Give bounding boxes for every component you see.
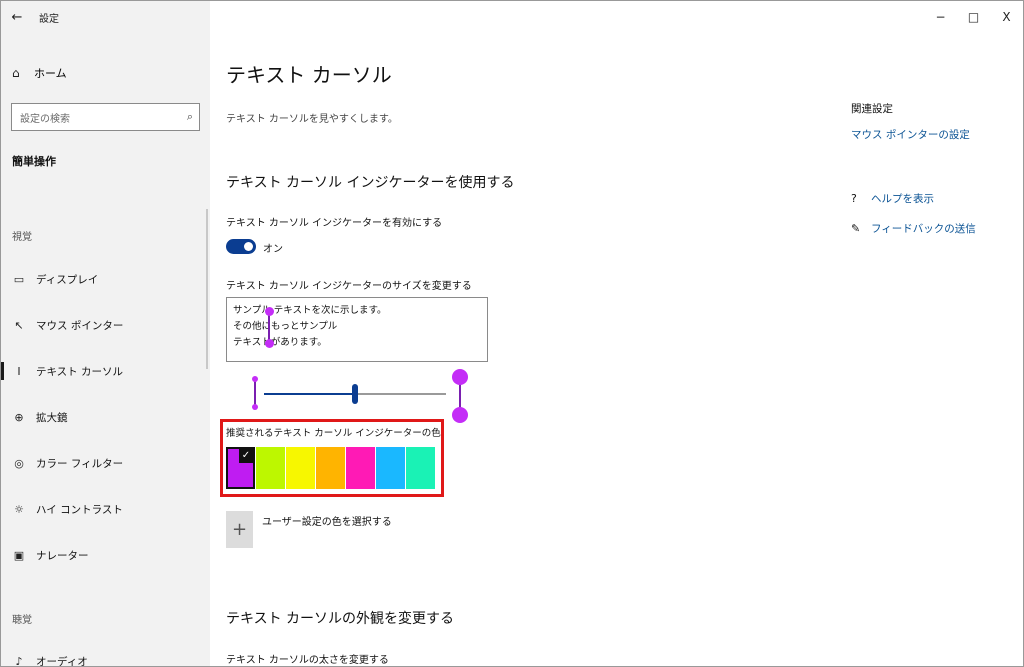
display-icon: ▭	[13, 272, 25, 286]
sidebar: ← 設定 ⌂ ホーム 設定の検索 ⌕ 簡単操作 視覚 ▭ ディスプレイ ↖ マウ…	[1, 1, 210, 667]
toggle-state-text: オン	[263, 244, 283, 255]
sidebar-item-narrator[interactable]: ▣ ナレーター	[1, 540, 210, 570]
plus-icon: +	[231, 519, 248, 540]
color-swatch-yellow[interactable]	[286, 447, 315, 489]
back-button[interactable]: ←	[1, 1, 33, 33]
indicator-heading: テキスト カーソル インジケーターを使用する	[226, 175, 515, 191]
narrator-icon: ▣	[13, 548, 25, 562]
back-arrow-icon: ←	[11, 9, 23, 25]
sidebar-item-label: テキスト カーソル	[36, 365, 124, 378]
sidebar-item-home[interactable]: ⌂ ホーム	[1, 59, 210, 87]
recommended-colors-label: 推奨されるテキスト カーソル インジケーターの色	[226, 428, 441, 439]
color-swatch-pink[interactable]	[346, 447, 375, 489]
add-custom-color-button[interactable]: +	[226, 511, 253, 548]
page-description: テキスト カーソルを見やすくします。	[226, 114, 398, 125]
appearance-heading: テキスト カーソルの外観を変更する	[226, 611, 455, 627]
cursor-indicator-preview	[265, 307, 274, 349]
sidebar-item-display[interactable]: ▭ ディスプレイ	[1, 264, 210, 294]
large-cursor-icon	[452, 369, 468, 423]
window-controls: − □ X	[924, 1, 1023, 33]
size-label: テキスト カーソル インジケーターのサイズを変更する	[226, 281, 472, 292]
search-placeholder: 設定の検索	[20, 113, 70, 125]
sidebar-item-label: オーディオ	[36, 655, 88, 667]
title-bar: ← 設定	[1, 1, 210, 33]
mouse-pointer-icon: ↖	[14, 318, 24, 332]
sidebar-item-mouse-pointer[interactable]: ↖ マウス ポインター	[1, 310, 210, 340]
help-icon: ?	[851, 192, 857, 205]
close-button[interactable]: X	[990, 1, 1023, 33]
sidebar-item-audio[interactable]: ♪ オーディオ	[1, 646, 210, 667]
color-filter-icon: ◎	[14, 456, 24, 470]
related-settings-heading: 関連設定	[851, 103, 893, 115]
indicator-toggle[interactable]	[226, 239, 256, 254]
maximize-button[interactable]: □	[957, 1, 990, 33]
home-icon: ⌂	[12, 66, 20, 80]
sample-text-box: サンプル テキストを次に示します。 その他にもっとサンプル テキストがあります。	[226, 297, 488, 362]
custom-color-label[interactable]: ユーザー設定の色を選択する	[262, 513, 392, 528]
sidebar-item-color-filters[interactable]: ◎ カラー フィルター	[1, 448, 210, 478]
get-help-link[interactable]: ? ヘルプを表示	[851, 191, 934, 206]
thickness-label: テキスト カーソルの太さを変更する	[226, 655, 389, 666]
feedback-icon: ✎	[851, 222, 861, 235]
magnifier-icon: ⊕	[14, 410, 24, 424]
size-slider-fill	[264, 393, 355, 395]
high-contrast-icon: ☼	[14, 502, 24, 516]
sidebar-item-label: ハイ コントラスト	[36, 503, 123, 516]
sidebar-item-high-contrast[interactable]: ☼ ハイ コントラスト	[1, 494, 210, 524]
small-cursor-icon	[252, 376, 258, 410]
sidebar-item-label: ナレーター	[36, 549, 89, 562]
search-icon: ⌕	[186, 110, 193, 123]
feedback-label: フィードバックの送信	[871, 223, 976, 235]
group-label-hearing: 聴覚	[12, 615, 32, 626]
sidebar-item-label: ディスプレイ	[36, 273, 99, 286]
size-slider-area	[226, 369, 476, 423]
color-swatch-teal[interactable]	[406, 447, 435, 489]
color-swatch-orange[interactable]	[316, 447, 345, 489]
sidebar-item-text-cursor[interactable]: I テキスト カーソル	[1, 356, 210, 386]
settings-window: ← 設定 ⌂ ホーム 設定の検索 ⌕ 簡単操作 視覚 ▭ ディスプレイ ↖ マウ…	[0, 0, 1024, 667]
audio-icon: ♪	[15, 654, 23, 667]
minimize-button[interactable]: −	[924, 1, 957, 33]
sidebar-item-label: マウス ポインター	[36, 319, 124, 332]
mouse-pointer-settings-link[interactable]: マウス ポインターの設定	[851, 127, 970, 142]
color-swatch-lime[interactable]	[256, 447, 285, 489]
sidebar-item-magnifier[interactable]: ⊕ 拡大鏡	[1, 402, 210, 432]
search-input[interactable]: 設定の検索 ⌕	[11, 103, 200, 131]
checkmark-icon: ✓	[239, 449, 253, 463]
sidebar-item-label: カラー フィルター	[36, 457, 124, 470]
cursor-indicator-bottom	[265, 339, 274, 348]
cursor-indicator-top	[265, 307, 274, 316]
color-swatch-purple[interactable]: ✓	[226, 447, 255, 489]
sidebar-item-label: 拡大鏡	[36, 411, 68, 424]
size-slider-thumb[interactable]	[352, 384, 358, 404]
sidebar-scrollbar[interactable]	[206, 209, 208, 369]
color-swatches: ✓	[226, 447, 436, 489]
color-swatch-blue[interactable]	[376, 447, 405, 489]
group-label-vision: 視覚	[12, 232, 32, 243]
text-cursor-icon: I	[17, 364, 21, 378]
app-title: 設定	[39, 13, 59, 25]
send-feedback-link[interactable]: ✎ フィードバックの送信	[851, 221, 976, 236]
help-label: ヘルプを表示	[871, 193, 934, 205]
sidebar-item-label: ホーム	[34, 67, 67, 80]
section-heading: 簡単操作	[12, 155, 56, 168]
enable-indicator-label: テキスト カーソル インジケーターを有効にする	[226, 218, 443, 229]
page-title: テキスト カーソル	[226, 63, 392, 87]
